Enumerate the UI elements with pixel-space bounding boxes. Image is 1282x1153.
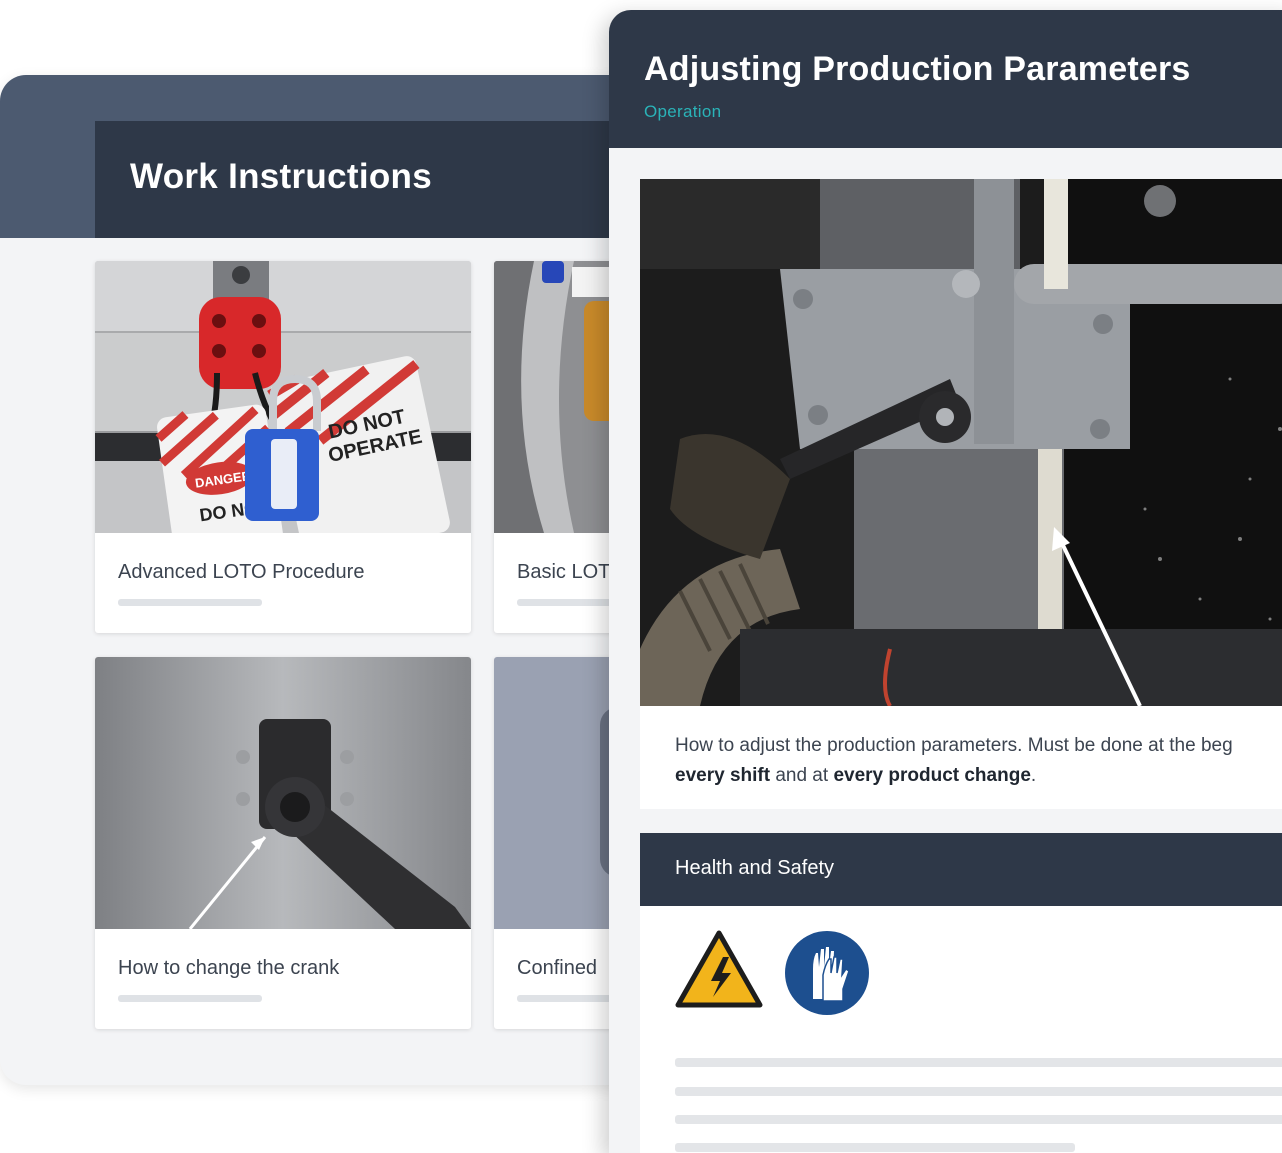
card-thumbnail	[95, 657, 471, 929]
instruction-category[interactable]: Operation	[644, 102, 721, 122]
instruction-step-card: How to adjust the production parameters.…	[640, 179, 1282, 809]
text-placeholder-line	[675, 1143, 1075, 1152]
step-text-emphasis: every shift	[675, 765, 771, 786]
card-title: Basic LOT	[517, 561, 611, 583]
health-safety-title: Health and Safety	[675, 857, 834, 879]
text-placeholder-line	[675, 1087, 1282, 1096]
step-text-emphasis: every product change	[833, 765, 1031, 786]
text-placeholder-line	[675, 1058, 1282, 1067]
electrical-hazard-warning-icon[interactable]	[675, 929, 763, 1009]
card-progress-placeholder	[118, 995, 262, 1002]
instruction-card-change-crank[interactable]: How to change the crank	[95, 657, 471, 1029]
work-instructions-window: Work Instructions DO NOT OPERATE DANGER …	[0, 75, 700, 1085]
instruction-card-advanced-loto[interactable]: DO NOT OPERATE DANGER DO NOT Advanced LO…	[95, 261, 471, 633]
card-thumbnail: DO NOT OPERATE DANGER DO NOT	[95, 261, 471, 533]
health-safety-section: Health and Safety	[640, 833, 1282, 1153]
health-safety-header: Health and Safety	[640, 833, 1282, 906]
instruction-title: Adjusting Production Parameters	[644, 50, 1191, 88]
step-text-plain: .	[1030, 765, 1037, 786]
instruction-detail-window: Adjusting Production Parameters Operatio…	[609, 10, 1282, 1153]
card-title: Advanced LOTO Procedure	[118, 561, 365, 583]
page-title: Work Instructions	[130, 157, 432, 196]
detail-header: Adjusting Production Parameters Operatio…	[609, 10, 1282, 148]
wear-gloves-icon[interactable]	[783, 929, 871, 1017]
step-description: How to adjust the production parameters.…	[675, 731, 1282, 791]
card-title: Confined	[517, 957, 598, 979]
step-text-plain: and at	[770, 765, 834, 786]
card-progress-placeholder	[118, 599, 262, 606]
card-title: How to change the crank	[118, 957, 340, 979]
step-photo[interactable]	[640, 179, 1282, 706]
step-text-line-1: How to adjust the production parameters.…	[675, 735, 1233, 756]
text-placeholder-line	[675, 1115, 1282, 1124]
